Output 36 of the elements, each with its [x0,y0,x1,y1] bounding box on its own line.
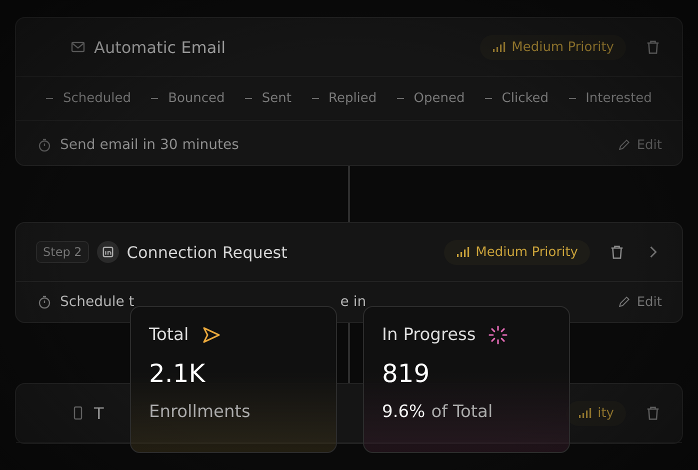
priority-label: Medium Priority [512,40,614,54]
stage-label: Clicked [502,91,549,106]
stage-label: Opened [414,91,465,106]
signal-icon [578,407,592,419]
stage-label: Interested [586,91,652,106]
timer-icon [36,294,52,310]
stat-label: Total [149,325,189,345]
timer-icon [36,137,52,153]
step-badge: Step 2 [36,241,89,263]
schedule-text: Schedule t [60,294,134,310]
pencil-icon [616,295,631,309]
signal-icon [492,41,506,53]
linkedin-icon [96,241,119,263]
stage-label: Sent [262,91,292,106]
priority-label: ity [598,406,614,420]
schedule-text: e in [340,294,366,310]
stat-caption: 9.6% of Total [382,402,494,422]
stat-label: In Progress [382,325,476,345]
step-title: Connection Request [126,242,288,262]
edit-button[interactable]: Edit [616,138,662,152]
step-title: Automatic Email [94,38,226,56]
mail-icon [70,39,86,55]
stat-value: 819 [382,359,431,388]
spinner-icon [488,325,508,345]
send-icon [200,325,221,345]
stage-label: Bounced [168,91,225,106]
stage-label: Scheduled [63,91,132,106]
stat-value: 2.1K [149,359,206,388]
schedule-text: Send email in 30 minutes [60,137,239,153]
stat-caption: Enrollments [149,402,252,422]
step-title: T [94,404,104,422]
signal-icon [456,246,470,258]
edit-button[interactable]: Edit [616,294,662,310]
priority-label: Medium Priority [476,244,578,260]
stage-label: Replied [328,91,377,106]
pencil-icon [616,138,631,152]
